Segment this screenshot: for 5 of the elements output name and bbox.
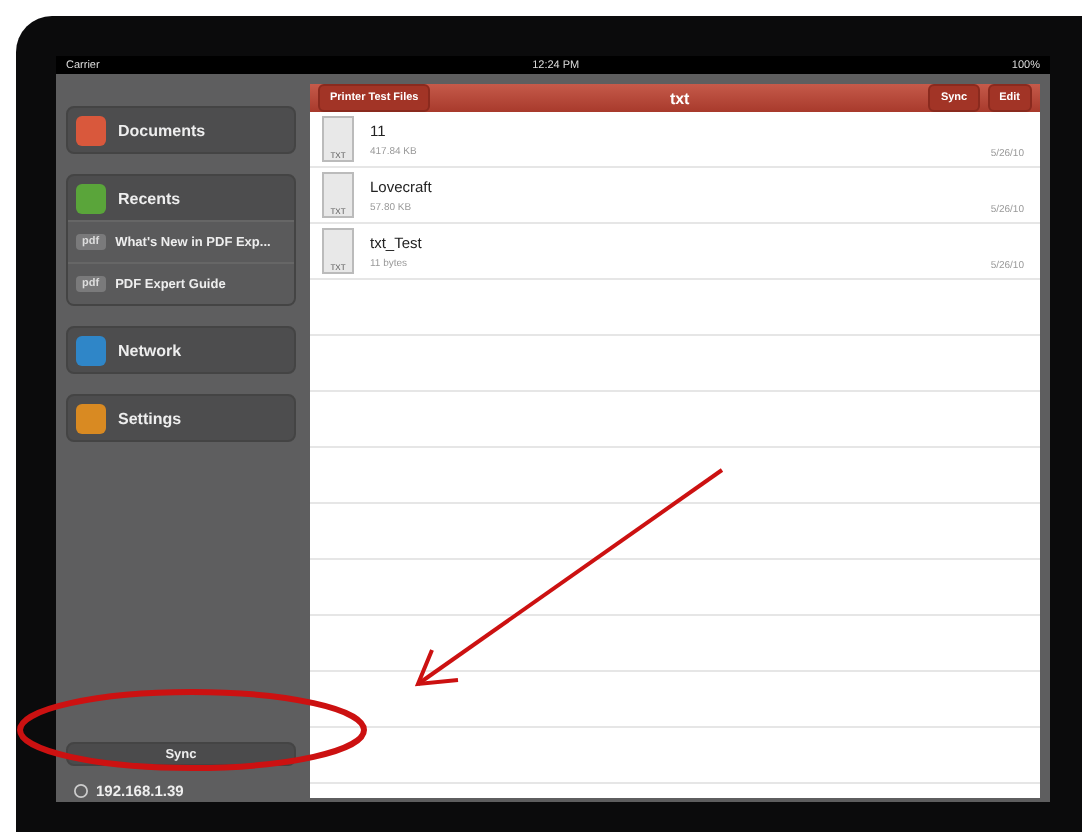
sidebar-item[interactable]: Recents xyxy=(68,176,294,220)
folder-title: txt xyxy=(667,89,692,107)
sidebar-item[interactable]: Network xyxy=(68,328,294,372)
sidebar-item[interactable]: Settings xyxy=(68,396,294,440)
sidebar-item[interactable]: Documents xyxy=(68,108,294,152)
